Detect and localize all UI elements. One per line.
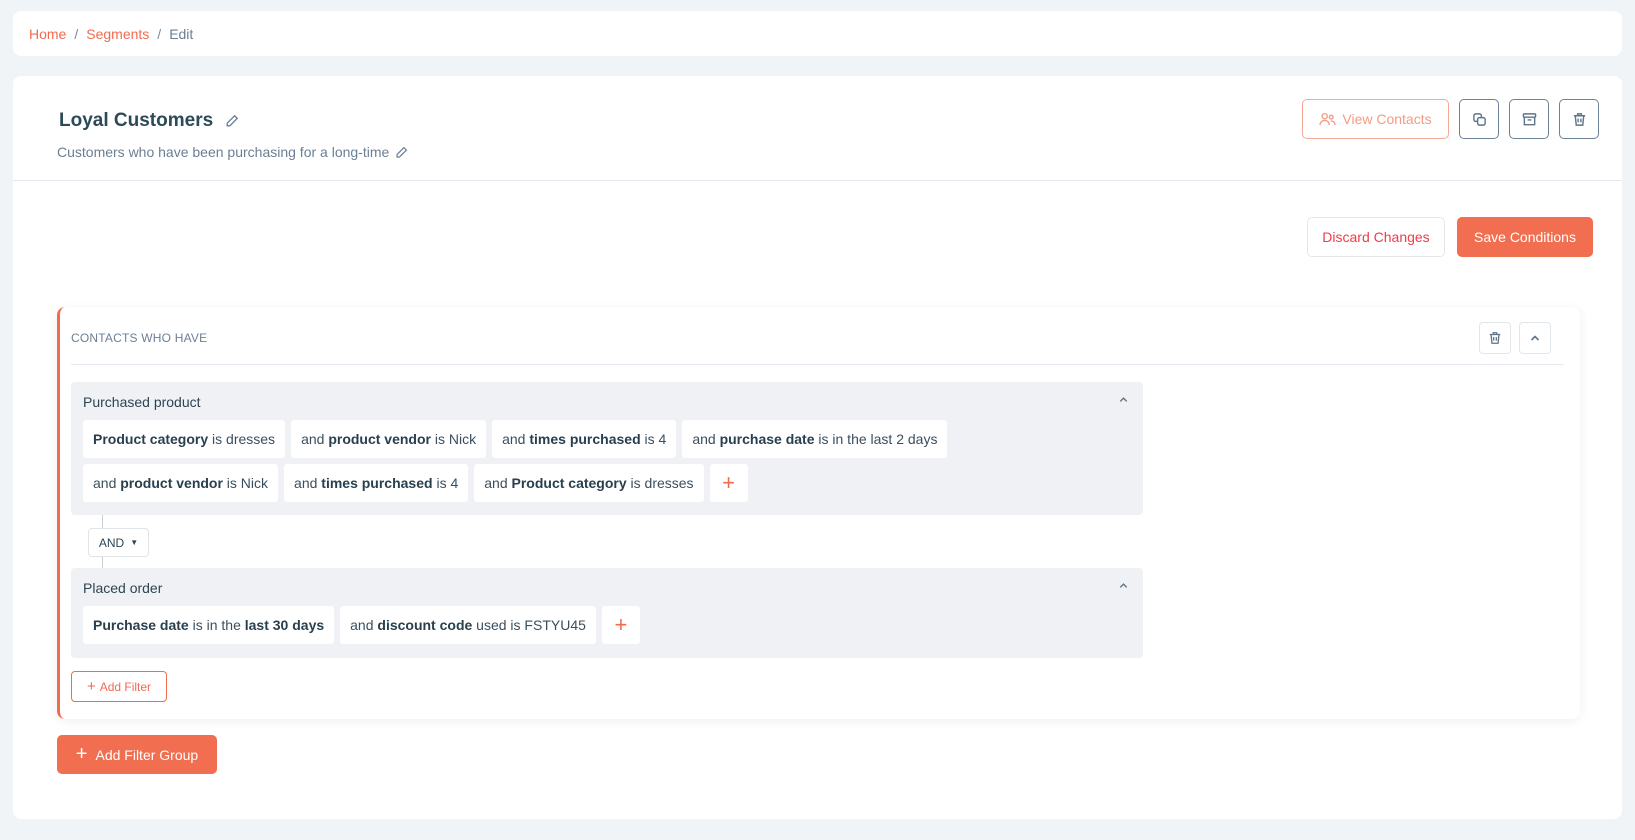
chip-text: product vendor [328, 431, 431, 447]
plus-icon: + [75, 743, 88, 765]
add-filter-button[interactable]: + Add Filter [71, 671, 167, 702]
breadcrumb-separator: / [157, 25, 162, 42]
chip-text: product vendor [120, 475, 223, 491]
chip-text: times purchased [529, 431, 641, 447]
filter-chip[interactable]: Product category is dresses [83, 420, 286, 458]
chip-text: used is FSTYU45 [472, 617, 586, 633]
filter-chip[interactable]: Purchase date is in the last 30 days [83, 606, 335, 644]
connector-line [102, 557, 103, 568]
chip-text: and [93, 475, 121, 491]
segment-title: Loyal Customers [59, 110, 239, 132]
chip-text: discount code [377, 617, 473, 633]
filter-chip[interactable]: and product vendor is Nick [291, 420, 487, 458]
chip-text: and [502, 431, 530, 447]
filter-chip[interactable]: and discount code used is FSTYU45 [340, 606, 596, 644]
archive-button[interactable] [1509, 99, 1549, 139]
delete-segment-button[interactable] [1559, 99, 1599, 139]
delete-group-button[interactable] [1479, 322, 1511, 354]
edit-title-pencil-icon[interactable] [225, 114, 239, 128]
discard-changes-button[interactable]: Discard Changes [1307, 217, 1445, 257]
chip-text: and [692, 431, 720, 447]
chip-text: Product category [511, 475, 627, 491]
duplicate-icon [1472, 112, 1486, 126]
header-divider [13, 180, 1622, 181]
filter-block-title: Purchased product [83, 394, 201, 410]
filter-chip[interactable]: and product vendor is Nick [83, 464, 279, 502]
chip-text: is dresses [626, 475, 694, 491]
chevron-up-icon[interactable] [1118, 580, 1129, 591]
add-filter-label: Add Filter [99, 679, 152, 694]
duplicate-button[interactable] [1459, 99, 1499, 139]
chip-text: times purchased [321, 475, 433, 491]
filter-block: Placed order Purchase date is in the last… [71, 568, 1143, 658]
chip-text: and [294, 475, 322, 491]
connector-line [102, 515, 103, 528]
caret-down-icon: ▼ [130, 538, 139, 547]
filter-chip-list: Purchase date is in the last 30 days and … [83, 606, 1131, 644]
chip-text: Purchase date [93, 617, 189, 633]
breadcrumb-segments[interactable]: Segments [86, 26, 149, 42]
trash-icon [1573, 112, 1585, 126]
chip-text: and [350, 617, 378, 633]
breadcrumb-current: Edit [169, 25, 194, 42]
operator-dropdown[interactable]: AND ▼ [88, 528, 149, 557]
chip-text: and [484, 475, 512, 491]
filter-block: Purchased product Product category is dre… [71, 382, 1143, 515]
operator-label: AND [98, 535, 125, 550]
segment-title-text: Loyal Customers [59, 110, 214, 131]
chip-text: and [301, 431, 329, 447]
chip-text: last 30 days [244, 617, 325, 633]
chip-text: Product category [93, 431, 209, 447]
filter-chip[interactable]: and purchase date is in the last 2 days [682, 420, 948, 458]
archive-icon [1522, 112, 1536, 125]
segment-description: Customers who have been purchasing for a… [57, 144, 408, 160]
filter-block-title: Placed order [83, 580, 163, 596]
add-filter-group-label: Add Filter Group [95, 746, 199, 763]
chip-text: is Nick [222, 475, 269, 491]
view-contacts-button[interactable]: View Contacts [1302, 99, 1449, 139]
users-icon [1319, 112, 1337, 125]
view-contacts-label: View Contacts [1342, 111, 1432, 127]
add-filter-group-button[interactable]: + Add Filter Group [57, 735, 217, 774]
chip-text: is in the last 2 days [814, 431, 938, 447]
chevron-up-icon[interactable] [1118, 394, 1129, 405]
chip-text: purchase date [719, 431, 815, 447]
filter-chip[interactable]: and times purchased is 4 [492, 420, 677, 458]
add-condition-button[interactable]: + [709, 464, 748, 502]
filter-group-label: CONTACTS WHO HAVE [71, 331, 208, 345]
filter-group-divider [71, 364, 1564, 365]
filter-group: CONTACTS WHO HAVE Purchased product Produ… [57, 307, 1580, 719]
chip-text: is 4 [432, 475, 459, 491]
trash-icon [1489, 332, 1501, 344]
filter-chip-list: Product category is dresses and product v… [83, 420, 1131, 502]
add-condition-button[interactable]: + [601, 606, 640, 644]
chip-text: is dresses [208, 431, 276, 447]
chip-text: is 4 [640, 431, 667, 447]
collapse-group-button[interactable] [1519, 322, 1551, 354]
segment-editor: Loyal Customers Customers who have been … [13, 76, 1622, 819]
filter-chip[interactable]: and Product category is dresses [474, 464, 704, 502]
chip-text: is Nick [430, 431, 477, 447]
chevron-up-icon [1530, 335, 1540, 341]
breadcrumb-home[interactable]: Home [29, 26, 66, 42]
chip-text: is in the [188, 617, 245, 633]
save-conditions-button[interactable]: Save Conditions [1457, 217, 1593, 257]
edit-description-pencil-icon[interactable] [395, 146, 408, 159]
segment-description-text: Customers who have been purchasing for a… [57, 144, 390, 160]
breadcrumb-separator: / [74, 25, 79, 42]
breadcrumb: Home / Segments / Edit [13, 11, 1622, 56]
plus-icon: + [86, 678, 96, 695]
filter-chip[interactable]: and times purchased is 4 [284, 464, 469, 502]
